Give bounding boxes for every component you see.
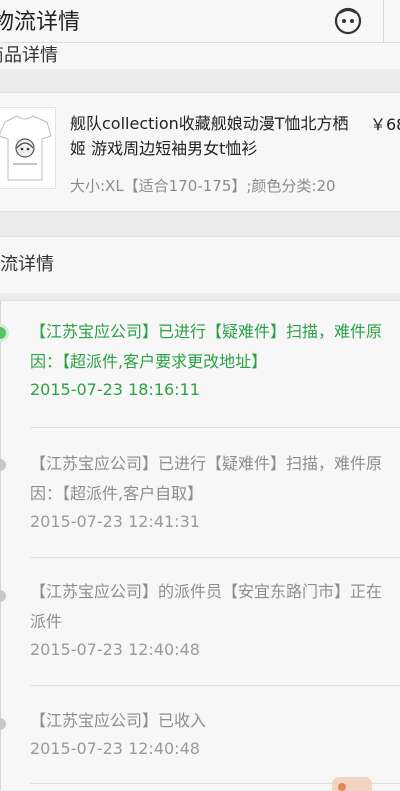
- timeline-dot: [0, 459, 6, 471]
- event-divider: [30, 557, 400, 558]
- timeline-event: 【江苏宝应公司】已进行【疑难件】扫描，难件原因：【超派件,客户自取】 2015-…: [30, 449, 392, 535]
- product-name[interactable]: 舰队collection收藏舰娘动漫T恤北方栖姬 游戏周边短袖男女t恤衫: [70, 111, 350, 161]
- timeline-dot: [0, 590, 6, 602]
- tshirt-icon: [0, 115, 52, 181]
- product-thumbnail[interactable]: [0, 107, 56, 189]
- face-icon: [334, 7, 362, 35]
- timeline-event: 【江苏宝应公司】已收入 2015-07-23 12:40:48: [30, 706, 392, 762]
- logistics-timeline: 【江苏宝应公司】已进行【疑难件】扫描，难件原因：【超派件,客户要求更改地址】 2…: [0, 300, 400, 790]
- event-time: 2015-07-23 18:16:11: [30, 380, 200, 399]
- event-text: 【江苏宝应公司】的派件员【安宜东路门市】正在派件: [30, 582, 383, 631]
- event-text: 【江苏宝应公司】已进行【疑难件】扫描，难件原因：【超派件,客户自取】: [30, 454, 383, 503]
- logistics-section-header: 物流详情: [0, 236, 400, 293]
- event-divider: [30, 685, 400, 686]
- event-text: 【江苏宝应公司】已进行【疑难件】扫描，难件原因：【超派件,客户要求更改地址】: [30, 322, 383, 371]
- event-time: 2015-07-23 12:40:48: [30, 640, 200, 659]
- timeline-dot: [0, 718, 6, 730]
- timeline-event: 【江苏宝应公司】已进行【疑难件】扫描，难件原因：【超派件,客户要求更改地址】 2…: [30, 317, 392, 403]
- product-section-title: 商品详情: [0, 45, 58, 66]
- product-card[interactable]: 舰队collection收藏舰娘动漫T恤北方栖姬 游戏周边短袖男女t恤衫 ￥68…: [0, 92, 400, 212]
- timeline-event: 【江苏宝应公司】的派件员【安宜东路门市】正在派件 2015-07-23 12:4…: [30, 577, 392, 663]
- app-header: 物流详情: [0, 0, 400, 43]
- product-price: ￥68: [370, 115, 400, 134]
- header-divider: [383, 0, 384, 42]
- customer-service-button[interactable]: [332, 4, 364, 36]
- timeline-line: [0, 301, 1, 790]
- timeline-dot-active: [0, 327, 6, 339]
- event-divider: [30, 427, 400, 428]
- logistics-section-title: 物流详情: [0, 254, 54, 275]
- event-time: 2015-07-23 12:40:48: [30, 739, 200, 758]
- event-time: 2015-07-23 12:41:31: [30, 512, 200, 531]
- page-title: 物流详情: [0, 10, 81, 35]
- event-text: 【江苏宝应公司】已收入: [30, 711, 207, 730]
- product-section-header: 商品详情: [0, 43, 400, 69]
- product-spec: 大小:XL【适合170-175】;颜色分类:20: [70, 177, 336, 195]
